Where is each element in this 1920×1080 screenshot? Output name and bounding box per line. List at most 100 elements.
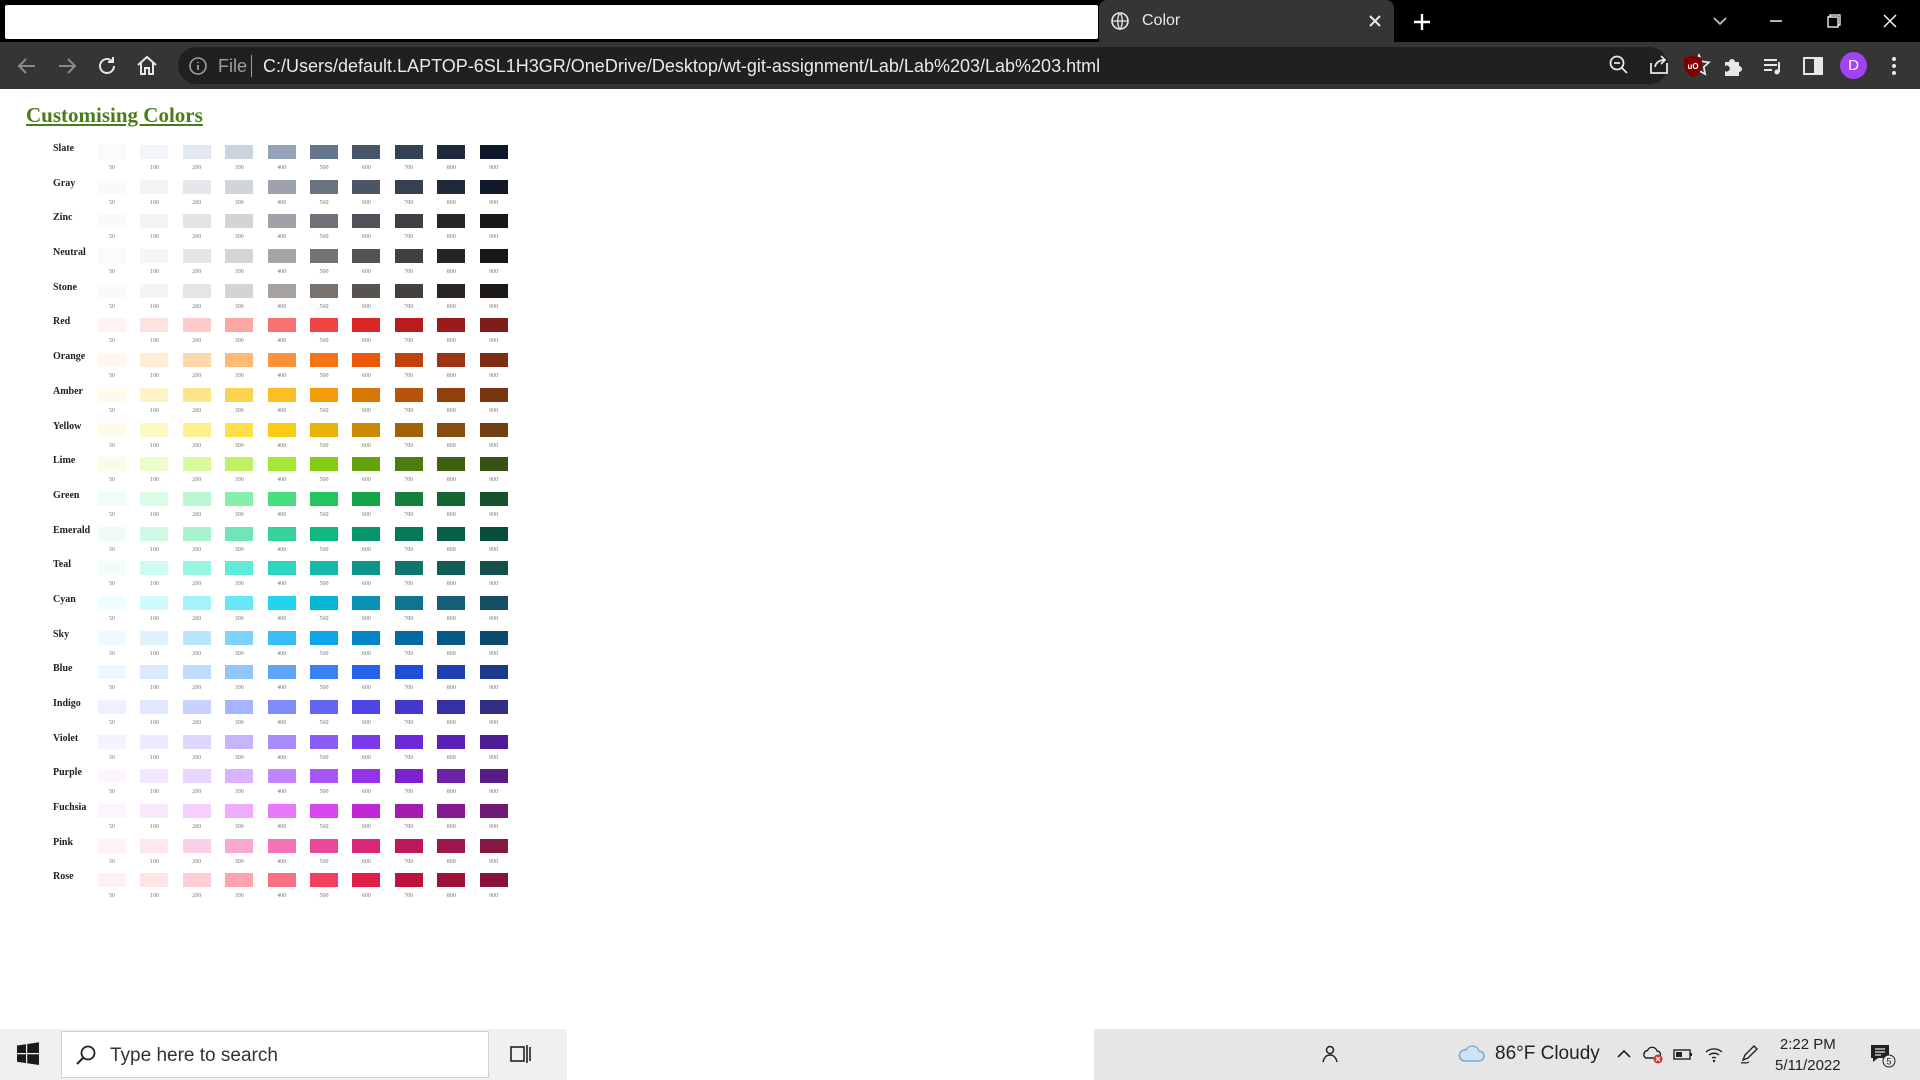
- tab-color[interactable]: Color: [1099, 0, 1394, 42]
- shade-label: 500: [319, 234, 329, 241]
- address-bar[interactable]: File C:/Users/default.LAPTOP-6SL1H3GR/On…: [178, 47, 1711, 84]
- ublock-icon[interactable]: uO: [1679, 52, 1707, 80]
- color-swatch: [352, 526, 381, 541]
- url-scheme-label: File: [218, 56, 248, 76]
- color-swatch: [225, 769, 254, 784]
- shade-label: 100: [149, 893, 159, 900]
- shade-label: 700: [404, 685, 414, 692]
- color-swatch: [437, 318, 466, 333]
- color-swatch: [225, 734, 254, 749]
- color-swatch: [352, 769, 381, 784]
- color-swatch: [98, 526, 126, 541]
- shade-label: 800: [446, 754, 456, 761]
- shade-label: 300: [234, 477, 244, 484]
- profile-avatar[interactable]: D: [1840, 52, 1867, 79]
- wifi-icon[interactable]: [1703, 1043, 1725, 1065]
- taskbar-search-box[interactable]: Type here to search: [61, 1031, 489, 1078]
- shade-label: 300: [234, 338, 244, 345]
- shade-label: 600: [361, 373, 371, 380]
- color-swatch: [310, 457, 338, 472]
- system-clock[interactable]: 2:22 PM 5/11/2022: [1775, 1034, 1841, 1076]
- info-icon[interactable]: [188, 56, 208, 76]
- shade-label: 600: [361, 546, 371, 553]
- palette-name: Slate: [53, 143, 75, 154]
- color-swatch: [310, 595, 338, 610]
- shade-label: 600: [361, 581, 371, 588]
- shade-label: 600: [361, 234, 371, 241]
- minimize-icon[interactable]: [1756, 6, 1796, 36]
- shade-label: 800: [446, 165, 456, 171]
- color-swatch: [267, 526, 296, 541]
- color-swatch: [394, 734, 423, 749]
- color-swatch: [479, 145, 508, 159]
- color-swatch: [352, 179, 381, 194]
- zoom-icon[interactable]: [1605, 51, 1633, 79]
- forward-icon[interactable]: [53, 52, 81, 80]
- color-swatch: [437, 526, 466, 541]
- palette-name: Cyan: [53, 593, 76, 605]
- color-swatch: [267, 561, 296, 576]
- onedrive-icon[interactable]: [1642, 1043, 1664, 1065]
- extensions-icon[interactable]: [1719, 52, 1747, 80]
- color-swatch: [479, 283, 508, 298]
- weather-text[interactable]: 86°F Cloudy: [1495, 1043, 1600, 1065]
- color-swatch: [394, 318, 423, 333]
- restore-icon[interactable]: [1813, 6, 1853, 36]
- shade-label: 800: [446, 893, 456, 900]
- home-icon[interactable]: [133, 52, 161, 80]
- color-swatch: [98, 457, 126, 472]
- close-icon[interactable]: [1364, 10, 1386, 32]
- close-window-icon[interactable]: [1870, 6, 1910, 36]
- color-swatch: [394, 179, 423, 194]
- taskbar-apps-area: [567, 1029, 1094, 1080]
- color-swatch: [352, 249, 381, 264]
- color-swatch: [225, 838, 254, 853]
- palette-name: Violet: [53, 732, 79, 744]
- people-icon[interactable]: [1319, 1043, 1341, 1065]
- chevron-up-icon[interactable]: [1613, 1043, 1635, 1065]
- color-swatch: [182, 769, 211, 784]
- shade-label: 300: [234, 650, 244, 657]
- url-text[interactable]: C:/Users/default.LAPTOP-6SL1H3GR/OneDriv…: [263, 56, 1100, 77]
- share-icon[interactable]: [1645, 51, 1673, 79]
- shade-label: 400: [277, 165, 287, 171]
- back-icon[interactable]: [13, 52, 41, 80]
- chevron-down-icon[interactable]: [1700, 6, 1740, 36]
- color-swatch: [140, 769, 169, 784]
- windows-start-icon[interactable]: [16, 1042, 40, 1066]
- notification-icon[interactable]: 5: [1868, 1042, 1896, 1068]
- reload-icon[interactable]: [93, 52, 121, 80]
- shade-label: 50: [109, 303, 115, 310]
- shade-label: 900: [489, 824, 499, 831]
- pen-icon[interactable]: [1738, 1043, 1760, 1065]
- shade-label: 50: [109, 407, 115, 414]
- shade-label: 600: [361, 789, 371, 796]
- shade-label: 500: [319, 754, 329, 761]
- shade-label: 400: [277, 546, 287, 553]
- shade-label: 300: [234, 234, 244, 241]
- plus-icon[interactable]: [1408, 8, 1436, 36]
- side-panel-icon[interactable]: [1799, 52, 1827, 80]
- cloud-icon[interactable]: [1456, 1043, 1486, 1065]
- shade-label: 700: [404, 720, 414, 726]
- color-swatch: [310, 179, 338, 194]
- shade-label: 50: [109, 685, 115, 692]
- color-swatch: [225, 249, 254, 264]
- color-swatch: [437, 838, 466, 853]
- battery-icon[interactable]: [1672, 1043, 1694, 1065]
- shade-label: 800: [446, 303, 456, 310]
- color-swatch: [140, 214, 169, 229]
- color-swatch: [98, 630, 126, 645]
- color-swatch: [394, 457, 423, 472]
- shade-label: 900: [489, 615, 499, 622]
- media-icon[interactable]: [1759, 52, 1787, 80]
- shade-label: 400: [277, 199, 287, 206]
- color-swatch: [98, 353, 126, 368]
- color-swatch: [479, 561, 508, 576]
- inactive-tab-area[interactable]: [5, 5, 1098, 39]
- menu-icon[interactable]: [1880, 52, 1908, 80]
- color-swatch: [352, 838, 381, 853]
- task-view-icon[interactable]: [508, 1042, 532, 1066]
- color-swatch: [140, 283, 169, 298]
- shade-label: 200: [192, 511, 202, 518]
